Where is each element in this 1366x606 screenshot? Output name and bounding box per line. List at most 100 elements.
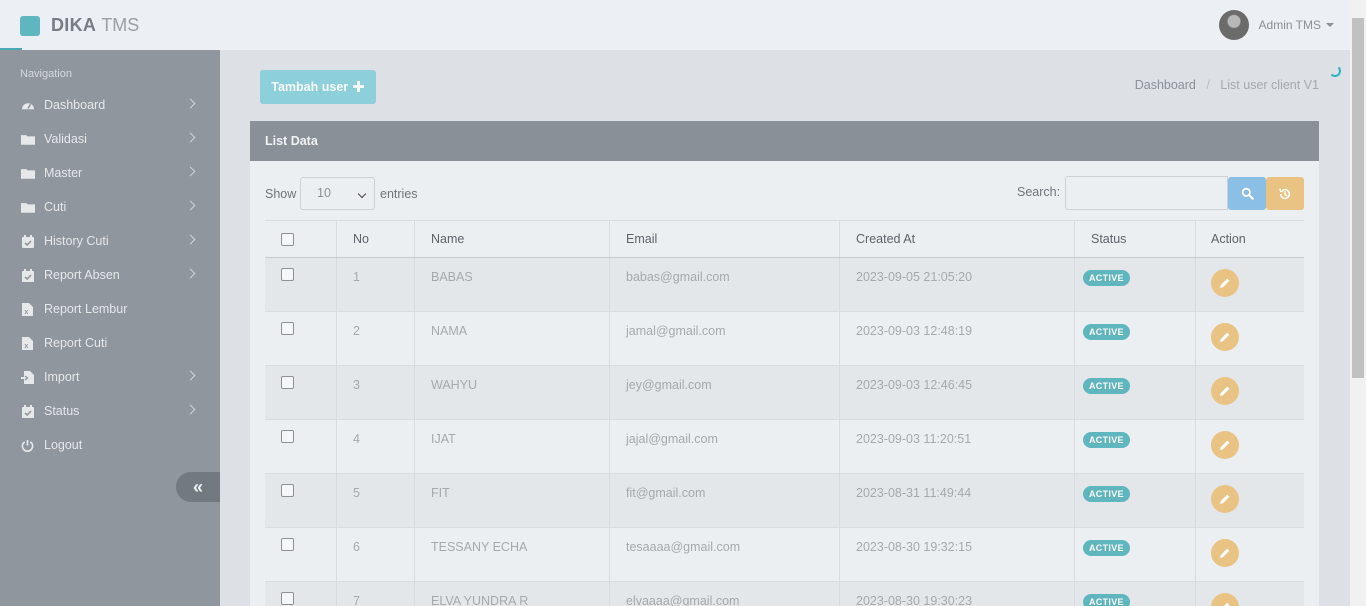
table-row: 3 WAHYU jey@gmail.com 2023-09-03 12:46:45 AC… [265, 366, 1304, 420]
status-badge: ACTIVE [1083, 378, 1130, 394]
chevron-right-icon [185, 166, 196, 177]
sidebar-item-import[interactable]: Import [0, 360, 220, 394]
header-cell-no[interactable]: No [337, 221, 415, 257]
row-action-cell [1196, 582, 1304, 606]
chevron-right-icon [185, 404, 196, 415]
status-badge: ACTIVE [1083, 540, 1130, 556]
header-cell-email[interactable]: Email [610, 221, 840, 257]
row-action-cell [1196, 420, 1304, 473]
sidebar-item-master[interactable]: Master [0, 156, 220, 190]
edit-button[interactable] [1211, 431, 1239, 459]
pencil-icon [1223, 602, 1230, 606]
brand[interactable]: DIKA TMS [20, 15, 139, 36]
status-badge: ACTIVE [1083, 270, 1130, 286]
table-header: No Name Email Created At Status Action [265, 220, 1304, 258]
status-badge: ACTIVE [1083, 486, 1130, 502]
row-created-at: 2023-08-30 19:30:23 [840, 582, 1075, 606]
chevron-right-icon [185, 234, 196, 245]
file-import-icon [20, 370, 35, 384]
edit-button[interactable] [1211, 593, 1239, 606]
row-status-cell: ACTIVE [1075, 258, 1196, 311]
sidebar-item-label: Master [44, 166, 83, 180]
row-select-cell [265, 420, 337, 473]
row-checkbox[interactable] [281, 268, 294, 281]
sidebar-item-label: Report Absen [44, 268, 120, 282]
brand-name: DIKA [51, 15, 97, 35]
add-user-button[interactable]: Tambah user ✚ [260, 70, 376, 104]
edit-button[interactable] [1211, 269, 1239, 297]
user-menu[interactable]: Admin TMS [1218, 10, 1334, 40]
chevron-right-icon [185, 370, 196, 381]
row-email: jey@gmail.com [610, 366, 840, 419]
header-cell-status[interactable]: Status [1075, 221, 1196, 257]
dashboard-icon [20, 99, 35, 112]
pencil-icon [1220, 386, 1230, 396]
svg-text:x: x [24, 343, 28, 350]
chevron-right-icon [185, 132, 196, 143]
sidebar-item-logout[interactable]: Logout [0, 428, 220, 462]
loading-spinner-icon [1329, 65, 1341, 77]
sidebar-item-label: Import [44, 370, 80, 384]
collapse-sidebar-button[interactable]: « [176, 472, 220, 502]
pencil-icon [1220, 494, 1230, 504]
chevron-right-icon [185, 268, 196, 279]
status-badge: ACTIVE [1083, 594, 1130, 606]
reset-history-button[interactable] [1266, 177, 1304, 210]
row-checkbox[interactable] [281, 376, 294, 389]
row-name: FIT [415, 474, 610, 527]
row-status-cell: ACTIVE [1075, 582, 1196, 606]
sidebar-item-history-cuti[interactable]: History Cuti [0, 224, 220, 258]
sidebar-item-report-lembur[interactable]: x Report Lembur [0, 292, 220, 326]
edit-button[interactable] [1211, 539, 1239, 567]
sidebar-item-report-cuti[interactable]: x Report Cuti [0, 326, 220, 360]
header-cell-created-at[interactable]: Created At [840, 221, 1075, 257]
row-checkbox[interactable] [281, 430, 294, 443]
row-checkbox[interactable] [281, 322, 294, 335]
row-checkbox[interactable] [281, 592, 294, 605]
avatar[interactable] [1218, 10, 1249, 40]
edit-button[interactable] [1211, 485, 1239, 513]
row-checkbox[interactable] [281, 538, 294, 551]
breadcrumb-home[interactable]: Dashboard [1135, 78, 1196, 92]
row-no: 6 [337, 528, 415, 581]
sidebar-item-report-absen[interactable]: Report Absen [0, 258, 220, 292]
double-chevron-left-icon: « [192, 476, 203, 497]
add-user-label: Tambah user [271, 80, 349, 94]
sidebar-item-label: Report Lembur [44, 302, 128, 316]
select-all-checkbox[interactable] [281, 232, 294, 246]
row-action-cell [1196, 528, 1304, 581]
row-status-cell: ACTIVE [1075, 312, 1196, 365]
row-status-cell: ACTIVE [1075, 366, 1196, 419]
pencil-icon [1220, 440, 1230, 450]
header-cell-name[interactable]: Name [415, 221, 610, 257]
header-cell-action: Action [1211, 232, 1246, 246]
row-checkbox[interactable] [281, 484, 294, 497]
row-email: jamal@gmail.com [610, 312, 840, 365]
page-scrollbar[interactable] [1350, 0, 1366, 606]
sidebar-item-validasi[interactable]: Validasi [0, 122, 220, 156]
sidebar-item-dashboard[interactable]: Dashboard [0, 88, 220, 122]
power-icon [20, 439, 35, 452]
search-button[interactable] [1228, 177, 1266, 210]
row-status-cell: ACTIVE [1075, 474, 1196, 527]
sidebar-item-status[interactable]: Status [0, 394, 220, 428]
scrollbar-thumb[interactable] [1352, 18, 1364, 378]
row-created-at: 2023-09-03 12:46:45 [840, 366, 1075, 419]
row-email: fit@gmail.com [610, 474, 840, 527]
search-input[interactable] [1065, 176, 1228, 210]
edit-button[interactable] [1211, 323, 1239, 351]
row-no: 2 [337, 312, 415, 365]
row-name: IJAT [415, 420, 610, 473]
sidebar-item-label: Cuti [44, 200, 67, 214]
list-panel: List Data Show 10 entries Search: No Nam… [250, 121, 1319, 606]
excel-file-icon: x [20, 336, 35, 350]
chevron-down-icon [357, 189, 367, 199]
sidebar-item-cuti[interactable]: Cuti [0, 190, 220, 224]
edit-button[interactable] [1211, 377, 1239, 405]
row-created-at: 2023-08-30 19:32:15 [840, 528, 1075, 581]
entries-select[interactable]: 10 [300, 177, 375, 210]
top-header: DIKA TMS Admin TMS [0, 0, 1350, 50]
row-no: 3 [337, 366, 415, 419]
row-select-cell [265, 366, 337, 419]
brand-logo-icon [20, 15, 40, 36]
